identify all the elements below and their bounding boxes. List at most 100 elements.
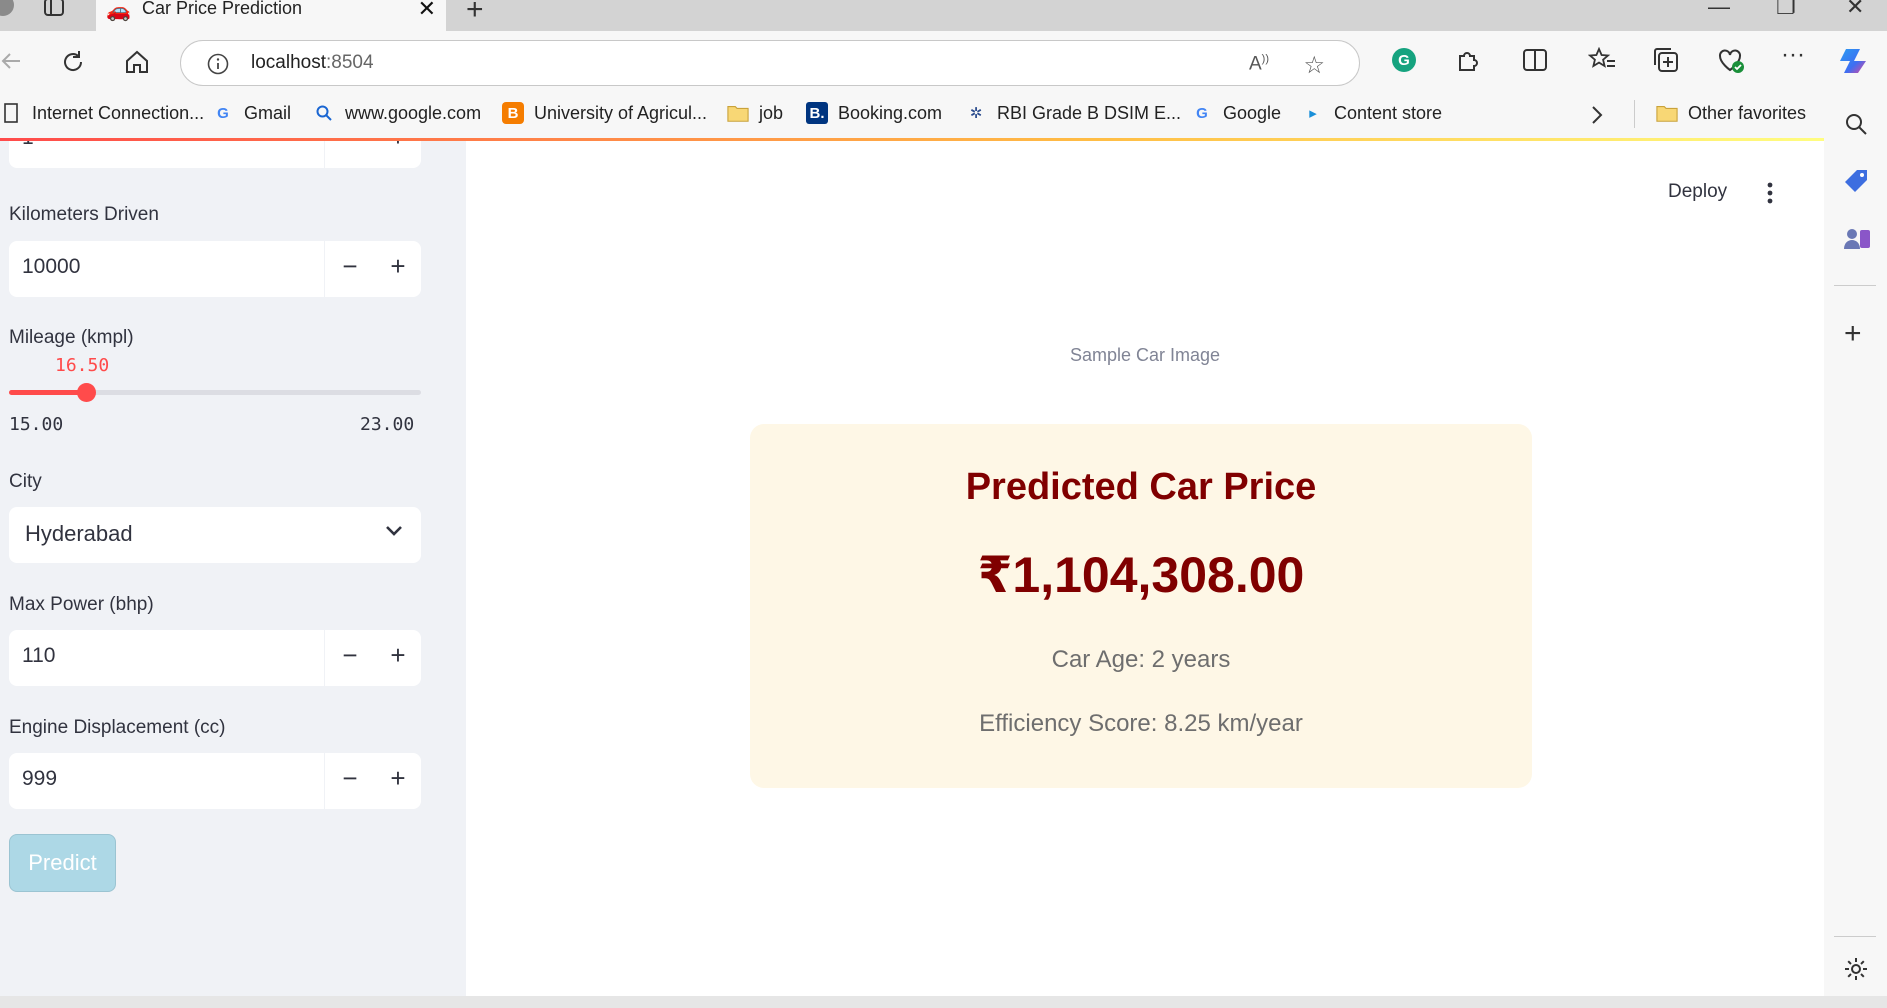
- extensions-icon[interactable]: [1455, 47, 1481, 73]
- favorite-item[interactable]: ✲ RBI Grade B DSIM E...: [965, 102, 1181, 124]
- decrement-button[interactable]: −: [335, 141, 365, 153]
- content-store-icon: ▸: [1309, 105, 1317, 122]
- engine-label: Engine Displacement (cc): [9, 717, 226, 738]
- favorite-label: Booking.com: [838, 102, 943, 123]
- streamlit-sidebar: 1 − + Kilometers Driven 10000 − + Mileag…: [0, 141, 466, 996]
- copilot-icon[interactable]: [1838, 45, 1872, 77]
- url-port: :8504: [326, 52, 374, 73]
- favorite-item[interactable]: B. Booking.com: [806, 102, 942, 124]
- read-aloud-icon[interactable]: A)): [1249, 53, 1269, 75]
- rbi-icon: ✲: [969, 105, 983, 122]
- favorite-label: Internet Connection...: [32, 102, 205, 123]
- back-icon[interactable]: [0, 49, 22, 73]
- window-close-icon[interactable]: ✕: [1846, 0, 1864, 20]
- number-input-value[interactable]: 110: [22, 644, 55, 668]
- car-age: Car Age: 2 years: [1051, 646, 1231, 673]
- add-icon[interactable]: +: [1844, 319, 1862, 349]
- collections-icon[interactable]: [1653, 47, 1679, 73]
- google-icon: G: [1196, 104, 1208, 122]
- city-label: City: [9, 471, 42, 492]
- chevron-down-icon: [385, 525, 403, 537]
- city-select[interactable]: Hyderabad: [9, 507, 421, 563]
- predicted-price: ₹1,104,308.00: [977, 547, 1305, 603]
- other-favorites[interactable]: Other favorites: [1656, 102, 1806, 124]
- stepper-divider: [324, 241, 325, 297]
- slider-max-label: 23.00: [360, 414, 415, 435]
- slider-thumb[interactable]: [77, 383, 96, 402]
- favorite-item[interactable]: B University of Agricul...: [502, 102, 707, 124]
- grammarly-icon[interactable]: G: [1391, 47, 1417, 73]
- prediction-title: Predicted Car Price: [965, 466, 1317, 508]
- favorites-bar: Internet Connection... G Gmail www.googl…: [0, 94, 1887, 138]
- favorite-label: University of Agricul...: [534, 102, 708, 123]
- tab-title: Car Price Prediction: [142, 0, 303, 18]
- favorite-label: Gmail: [244, 102, 292, 123]
- favorite-item[interactable]: ▸ Content store: [1302, 102, 1442, 124]
- search-icon: [313, 102, 335, 124]
- decrement-button[interactable]: −: [335, 763, 365, 794]
- games-icon[interactable]: [1843, 225, 1871, 251]
- increment-button[interactable]: +: [383, 141, 413, 153]
- slider-min-label: 15.00: [9, 414, 64, 435]
- favorite-item[interactable]: Internet Connection...: [0, 102, 204, 124]
- favorite-item[interactable]: G Gmail: [212, 102, 291, 124]
- owner-number-input: 1 − +: [9, 141, 421, 168]
- chevron-right-icon[interactable]: [1590, 104, 1604, 126]
- favorite-label: Google: [1223, 102, 1282, 123]
- kilometers-label: Kilometers Driven: [9, 204, 159, 225]
- google-icon: G: [217, 104, 229, 122]
- favorites-icon[interactable]: [1588, 47, 1616, 73]
- favorite-star-icon[interactable]: ☆: [1303, 51, 1325, 80]
- main-menu-icon[interactable]: [1766, 182, 1774, 204]
- stepper-divider: [324, 753, 325, 809]
- favorite-item[interactable]: G Google: [1191, 102, 1281, 124]
- address-bar[interactable]: localhost:8504 A)) ☆: [180, 40, 1360, 86]
- tab-close-icon[interactable]: ✕: [418, 0, 436, 20]
- stepper-divider: [324, 141, 325, 168]
- browser-tab-strip: 🚗 Car Price Prediction ✕ + — ❐ ✕: [0, 0, 1887, 31]
- mileage-label: Mileage (kmpl): [9, 327, 134, 348]
- stepper-divider: [324, 630, 325, 686]
- favorite-item[interactable]: www.google.com: [313, 102, 481, 124]
- browser-essentials-icon[interactable]: [1717, 47, 1745, 75]
- number-input-value[interactable]: 1: [22, 141, 34, 150]
- increment-button[interactable]: +: [383, 251, 413, 282]
- refresh-icon[interactable]: [60, 49, 86, 75]
- efficiency-score: Efficiency Score: 8.25 km/year: [979, 710, 1303, 737]
- site-info-icon[interactable]: [207, 53, 229, 75]
- increment-button[interactable]: +: [383, 640, 413, 671]
- favorite-label: job: [759, 102, 784, 123]
- city-select-value: Hyderabad: [25, 521, 133, 546]
- car-favicon-icon: 🚗: [106, 0, 131, 22]
- decrement-button[interactable]: −: [335, 251, 365, 282]
- shopping-tag-icon[interactable]: [1843, 168, 1869, 194]
- profile-avatar[interactable]: [0, 0, 14, 16]
- restore-icon[interactable]: ❐: [1776, 0, 1796, 20]
- increment-button[interactable]: +: [383, 763, 413, 794]
- more-options-icon[interactable]: ···: [1781, 41, 1805, 69]
- home-icon[interactable]: [124, 49, 150, 75]
- active-tab[interactable]: 🚗 Car Price Prediction ✕: [96, 0, 446, 31]
- blogger-icon: B: [502, 102, 524, 124]
- settings-gear-icon[interactable]: [1844, 957, 1868, 981]
- minimize-icon[interactable]: —: [1708, 0, 1730, 20]
- sidebar-divider: [1834, 936, 1876, 937]
- url-text: localhost:8504: [251, 52, 374, 74]
- favorite-label: www.google.com: [345, 102, 482, 123]
- split-screen-icon[interactable]: [1523, 49, 1547, 71]
- mileage-slider-value: 16.50: [55, 355, 110, 376]
- favorite-item[interactable]: job: [727, 102, 783, 124]
- deploy-button[interactable]: Deploy: [1668, 181, 1727, 203]
- svg-text:G: G: [1398, 52, 1410, 69]
- predict-button[interactable]: Predict: [9, 834, 116, 892]
- new-tab-button[interactable]: +: [466, 0, 484, 25]
- kilometers-input: 10000 − +: [9, 241, 421, 297]
- number-input-value[interactable]: 10000: [22, 255, 80, 279]
- decrement-button[interactable]: −: [335, 640, 365, 671]
- number-input-value[interactable]: 999: [22, 767, 57, 791]
- window-bottom-edge: [0, 996, 1887, 1008]
- sidebar-divider: [1834, 285, 1876, 286]
- tab-actions-icon[interactable]: [44, 0, 66, 18]
- mileage-slider[interactable]: [9, 383, 421, 402]
- search-icon[interactable]: [1844, 112, 1868, 136]
